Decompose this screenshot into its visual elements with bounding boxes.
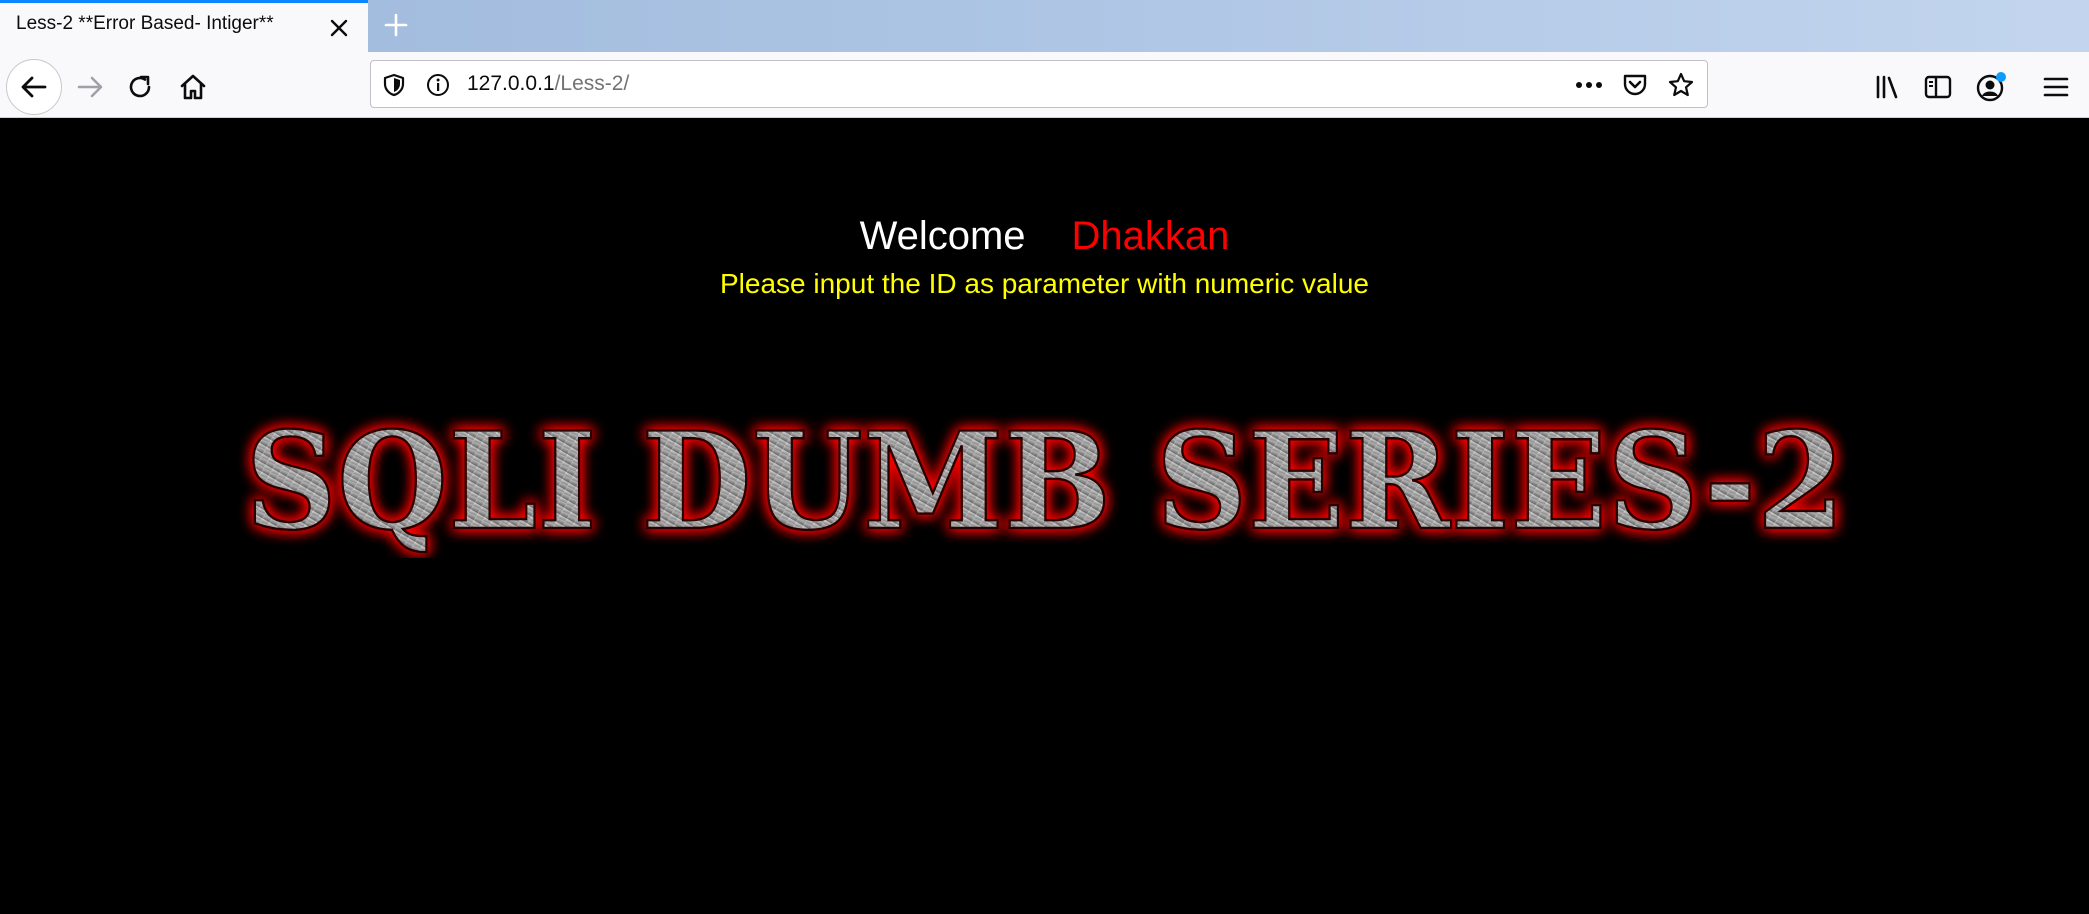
forward-arrow-icon[interactable]: [72, 69, 108, 105]
banner-text: SQLI DUMB SERIES-2: [245, 402, 1845, 558]
sidebar-icon[interactable]: [1920, 69, 1956, 105]
url-path: /Less-2/: [554, 72, 630, 95]
home-icon[interactable]: [175, 69, 211, 105]
url-bar[interactable]: 127.0.0.1/Less-2/: [370, 60, 1708, 108]
tab-title: Less-2 **Error Based- Intiger**: [16, 13, 274, 34]
shield-icon[interactable]: [381, 72, 407, 98]
url-host: 127.0.0.1: [467, 72, 555, 95]
hamburger-menu-icon[interactable]: [2038, 69, 2074, 105]
navigation-toolbar: 127.0.0.1/Less-2/: [0, 52, 2089, 118]
star-icon[interactable]: [1667, 71, 1695, 99]
back-arrow-icon[interactable]: [6, 59, 62, 115]
user-name: Dhakkan: [1071, 214, 1230, 258]
tab-strip: Less-2 **Error Based- Intiger**: [0, 0, 2089, 52]
active-tab[interactable]: Less-2 **Error Based- Intiger**: [0, 0, 368, 52]
welcome-text: Welcome: [859, 214, 1026, 258]
reload-icon[interactable]: [122, 69, 158, 105]
url-text[interactable]: 127.0.0.1/Less-2/: [467, 72, 629, 96]
info-icon[interactable]: [425, 72, 451, 98]
instruction-text: Please input the ID as parameter with nu…: [720, 268, 1369, 299]
pocket-icon[interactable]: [1621, 71, 1649, 99]
welcome-line: Welcome Dhakkan: [0, 214, 2089, 259]
account-icon[interactable]: [1971, 67, 2011, 107]
plus-icon[interactable]: [378, 7, 414, 43]
close-icon[interactable]: [326, 15, 352, 41]
library-icon[interactable]: [1870, 69, 1906, 105]
banner-title: SQLI DUMB SERIES-2: [244, 401, 1847, 558]
page-content: Welcome Dhakkan Please input the ID as pa…: [0, 118, 2089, 914]
more-icon[interactable]: [1575, 72, 1603, 98]
